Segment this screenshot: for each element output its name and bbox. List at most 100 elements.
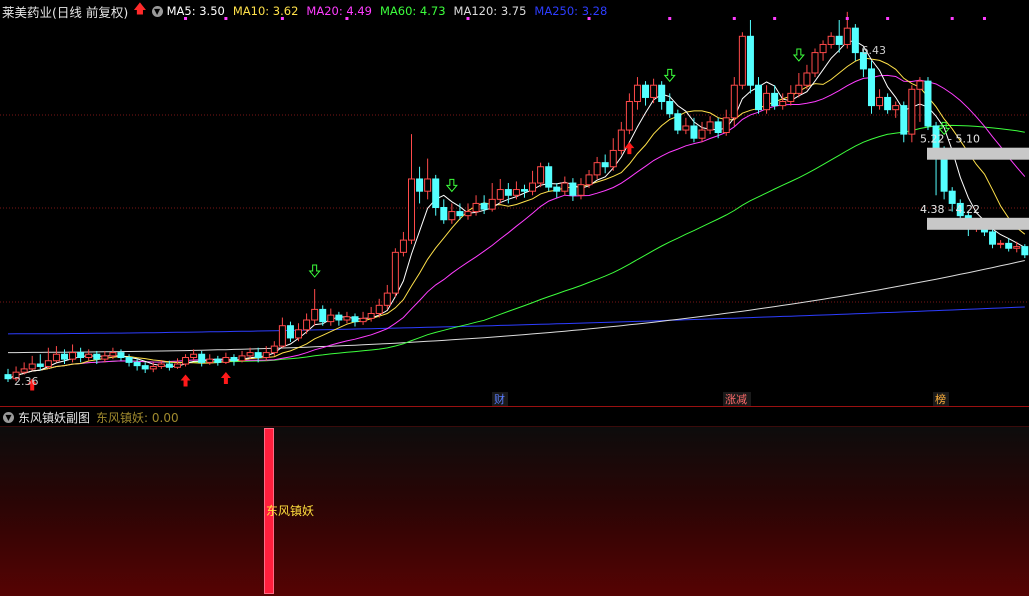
candle-body-40 xyxy=(327,314,335,323)
sub-chart-title[interactable]: 东风镇妖副图 xyxy=(18,409,90,426)
candle-body-14 xyxy=(117,352,125,359)
main-chart-header: 莱美药业(日线 前复权) 🡅 ▼ MA5: 3.50 MA10: 3.62 MA… xyxy=(0,0,1029,22)
candle-body-42 xyxy=(343,316,351,321)
candle-body-91 xyxy=(738,35,746,86)
candle-body-108 xyxy=(876,96,884,107)
candle-body-10 xyxy=(85,353,93,359)
chart-window: 2.36 6.43 5.22 - 5.10 4.38 - 4.22 财 涨减 榜 莱美药业(… xyxy=(0,0,1029,596)
candle-body-41 xyxy=(335,314,343,321)
up-arrow-icon: 🡅 xyxy=(133,2,147,17)
candle-body-81 xyxy=(658,84,666,103)
candle-body-113 xyxy=(916,80,924,90)
candle-body-32 xyxy=(262,352,270,359)
candle-body-114 xyxy=(924,80,932,127)
candlestick-chart[interactable]: 2.36 6.43 5.22 - 5.10 4.38 - 4.22 财 涨减 榜 xyxy=(0,0,1029,427)
candle-body-92 xyxy=(746,35,754,86)
sub-chart-panel[interactable] xyxy=(0,427,1029,596)
sub-indicator-value: 东风镇妖: 0.00 xyxy=(96,410,179,425)
low-price-label: 2.36 xyxy=(14,375,39,388)
candle-body-51 xyxy=(416,178,424,192)
candle-body-71 xyxy=(577,184,585,196)
candle-body-82 xyxy=(666,101,674,115)
candle-body-76 xyxy=(617,129,625,151)
candle-body-24 xyxy=(198,353,206,363)
candle-body-84 xyxy=(682,125,690,131)
candle-body-88 xyxy=(714,121,722,134)
candle-body-35 xyxy=(286,325,294,339)
candle-body-126 xyxy=(1021,246,1029,256)
candle-body-103 xyxy=(835,35,843,45)
dropdown-circle-icon[interactable]: ▼ xyxy=(151,5,163,17)
candle-body-25 xyxy=(206,358,214,363)
ma250-label[interactable]: MA250: 3.28 xyxy=(534,4,607,18)
candle-body-87 xyxy=(706,121,714,131)
candle-body-58 xyxy=(472,202,480,213)
candle-body-43 xyxy=(351,316,359,323)
candle-body-52 xyxy=(424,178,432,192)
candle-body-20 xyxy=(165,363,173,368)
candle-body-28 xyxy=(230,357,238,362)
high-price-label: 6.43 xyxy=(861,44,886,57)
candle-body-3 xyxy=(28,363,36,370)
sell-arrow-icon-3 xyxy=(308,264,321,278)
candle-body-109 xyxy=(884,96,892,111)
ma10-label[interactable]: MA10: 3.62 xyxy=(233,4,299,18)
buy-arrow-icon-5 xyxy=(624,142,635,155)
candle-body-75 xyxy=(609,149,617,168)
candle-body-19 xyxy=(157,363,165,367)
candle-body-83 xyxy=(674,113,682,131)
ma20-label[interactable]: MA20: 4.49 xyxy=(306,4,372,18)
sell-arrow-icon-6 xyxy=(663,68,676,83)
candle-body-93 xyxy=(755,84,763,111)
sell-arrow-icon-4 xyxy=(445,178,458,193)
ma120-label[interactable]: MA120: 3.75 xyxy=(454,4,527,18)
support-zone-box xyxy=(927,217,1029,230)
candle-body-23 xyxy=(190,353,198,359)
candle-body-34 xyxy=(278,325,286,347)
candle-body-15 xyxy=(125,357,133,363)
ma5-label[interactable]: MA5: 3.50 xyxy=(167,4,225,18)
candle-body-65 xyxy=(529,182,537,192)
event-tag-1: 涨减 xyxy=(725,393,747,406)
signal-bar-label: 东风镇妖 xyxy=(266,504,315,518)
candle-body-97 xyxy=(787,92,795,103)
candle-body-123 xyxy=(997,242,1005,245)
candle-body-69 xyxy=(561,182,569,192)
candle-body-62 xyxy=(504,189,512,196)
candle-body-95 xyxy=(771,92,779,107)
candle-body-102 xyxy=(827,35,835,45)
sell-arrow-icon-7 xyxy=(792,48,805,62)
candle-body-98 xyxy=(795,84,803,94)
candle-body-85 xyxy=(690,125,698,139)
candle-body-100 xyxy=(811,52,819,74)
stock-title[interactable]: 莱美药业(日线 前复权) xyxy=(2,2,128,21)
candle-body-101 xyxy=(819,43,827,54)
candle-body-27 xyxy=(222,357,230,363)
candle-body-64 xyxy=(520,189,528,192)
candle-body-70 xyxy=(569,182,577,196)
candle-body-50 xyxy=(408,178,415,241)
candle-body-54 xyxy=(440,207,448,221)
candle-body-2 xyxy=(20,368,28,373)
candle-body-74 xyxy=(601,162,609,168)
candle-body-5 xyxy=(44,360,52,367)
candle-body-53 xyxy=(432,178,440,208)
candle-body-9 xyxy=(77,352,85,359)
candle-body-77 xyxy=(625,101,633,131)
ma120-line xyxy=(8,260,1025,354)
candle-body-117 xyxy=(948,190,956,204)
resistance-zone-box xyxy=(927,147,1029,160)
candle-body-55 xyxy=(448,211,456,221)
ma60-line xyxy=(7,124,1025,380)
candle-body-56 xyxy=(456,211,464,217)
candle-body-22 xyxy=(182,357,190,365)
candle-body-122 xyxy=(989,231,997,245)
candle-body-21 xyxy=(173,363,181,368)
candle-body-78 xyxy=(633,84,641,103)
candle-body-112 xyxy=(908,88,916,135)
candle-body-66 xyxy=(537,166,545,184)
event-tag-0: 财 xyxy=(494,392,505,406)
sub-dropdown-circle-icon[interactable]: ▼ xyxy=(3,411,14,423)
candle-body-107 xyxy=(867,68,875,107)
ma60-label[interactable]: MA60: 4.73 xyxy=(380,4,446,18)
